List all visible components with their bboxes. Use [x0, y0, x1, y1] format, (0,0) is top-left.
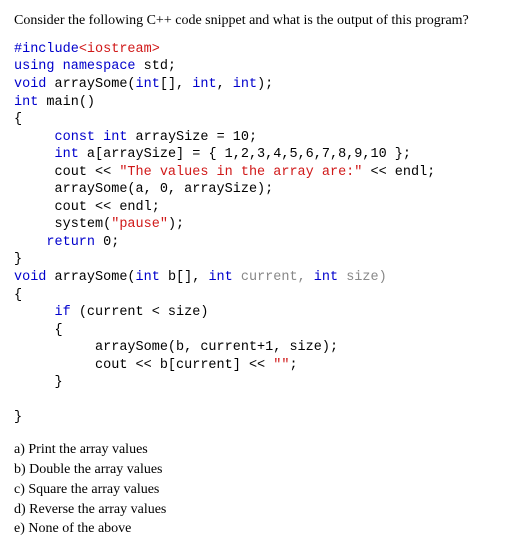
- kw-int: int: [136, 270, 160, 285]
- param-b: b[],: [160, 270, 209, 285]
- decl-arraysize: arraySize = 10;: [127, 130, 257, 145]
- kw-int: int: [314, 270, 338, 285]
- arr-bracket: [],: [160, 77, 192, 92]
- question-text: Consider the following C++ code snippet …: [14, 12, 496, 31]
- ret-val: 0;: [95, 235, 119, 250]
- pad: [14, 217, 55, 232]
- param-size: size): [338, 270, 387, 285]
- pad: [14, 235, 46, 250]
- comma: ,: [217, 77, 233, 92]
- recursive-call: arraySome(b, current+1, size);: [14, 340, 338, 355]
- fn-def: arraySome(: [46, 270, 135, 285]
- answer-options: a) Print the array values b) Double the …: [14, 441, 496, 539]
- kw-int: int: [208, 270, 232, 285]
- semicolon: );: [168, 217, 184, 232]
- option-d: d) Reverse the array values: [14, 501, 496, 520]
- call-arraysome: arraySome(a, 0, arraySize);: [14, 182, 273, 197]
- brace-open: {: [14, 288, 22, 303]
- kw-namespace: namespace: [55, 59, 136, 74]
- kw-int: int: [136, 77, 160, 92]
- kw-const: const: [55, 130, 96, 145]
- if-cond: (current < size): [71, 305, 209, 320]
- fn-main: main(): [38, 95, 95, 110]
- sp: [95, 130, 103, 145]
- cout-endl: cout << endl;: [55, 200, 160, 215]
- pad: [14, 165, 55, 180]
- include-header: <iostream>: [79, 42, 160, 57]
- kw-int: int: [14, 95, 38, 110]
- string-literal: "The values in the array are:": [119, 165, 362, 180]
- preproc-include: #include: [14, 42, 79, 57]
- decl-array-a: a[arraySize] = { 1,2,3,4,5,6,7,8,9,10 };: [79, 147, 411, 162]
- kw-int: int: [55, 147, 79, 162]
- option-a: a) Print the array values: [14, 441, 496, 460]
- code-snippet: #include<iostream> using namespace std; …: [14, 41, 496, 427]
- cout-b: cout << b[current] <<: [95, 358, 273, 373]
- param-current: current,: [233, 270, 314, 285]
- system-call: system(: [55, 217, 112, 232]
- kw-if: if: [55, 305, 71, 320]
- kw-int: int: [192, 77, 216, 92]
- endl: << endl;: [362, 165, 435, 180]
- kw-using: using: [14, 59, 55, 74]
- kw-void: void: [14, 270, 46, 285]
- option-b: b) Double the array values: [14, 461, 496, 480]
- brace-close: }: [14, 410, 22, 425]
- fn-decl: arraySome(: [46, 77, 135, 92]
- semicolon: );: [257, 77, 273, 92]
- brace-open: {: [14, 112, 22, 127]
- semicolon: ;: [289, 358, 297, 373]
- brace-close: }: [14, 252, 22, 267]
- pad: [14, 130, 55, 145]
- pad: [14, 305, 55, 320]
- kw-int: int: [103, 130, 127, 145]
- kw-void: void: [14, 77, 46, 92]
- string-literal-pause: "pause": [111, 217, 168, 232]
- kw-return: return: [46, 235, 95, 250]
- string-literal-empty: "": [273, 358, 289, 373]
- pad: [14, 358, 95, 373]
- option-c: c) Square the array values: [14, 481, 496, 500]
- pad: [14, 200, 55, 215]
- brace-open-inner: {: [14, 323, 63, 338]
- brace-close-inner: }: [14, 375, 63, 390]
- pad: [14, 147, 55, 162]
- option-e: e) None of the above: [14, 520, 496, 539]
- cout: cout <<: [55, 165, 120, 180]
- kw-int: int: [233, 77, 257, 92]
- ns-std: std;: [136, 59, 177, 74]
